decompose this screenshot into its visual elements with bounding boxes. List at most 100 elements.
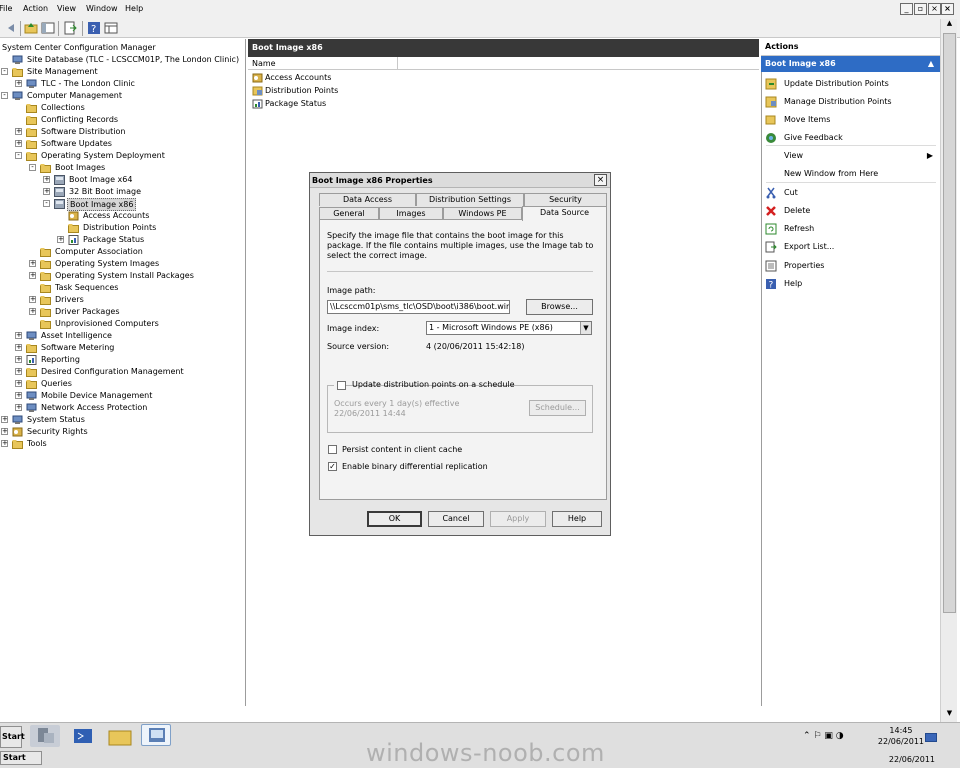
image-path-field[interactable]: \\Lcsccm01p\sms_tlc\OSD\boot\i386\boot.w… (327, 300, 510, 314)
close-icon[interactable]: × (928, 3, 941, 15)
tree-item[interactable]: Access Accounts (0, 210, 245, 222)
tree-item[interactable]: Task Sequences (0, 282, 245, 294)
tree-item[interactable]: Site Database (TLC - LCSCCM01P, The Lond… (0, 54, 245, 66)
expand-icon[interactable]: + (15, 380, 22, 387)
expand-icon[interactable]: + (15, 368, 22, 375)
expand-icon[interactable]: + (1, 416, 8, 423)
collapse-icon[interactable]: - (43, 200, 50, 207)
back-icon[interactable] (4, 21, 18, 35)
help-button[interactable]: Help (552, 511, 602, 527)
action-item[interactable]: View ▶ (765, 149, 935, 163)
tree-item[interactable]: - Boot Image x86 (0, 198, 245, 211)
persist-checkbox[interactable] (328, 445, 337, 454)
tree-item[interactable]: Collections (0, 102, 245, 114)
expand-icon[interactable]: + (15, 140, 22, 147)
expand-icon[interactable]: + (29, 272, 36, 279)
clock[interactable]: 14:45 22/06/2011 (878, 725, 924, 747)
action-item[interactable]: Properties (765, 259, 935, 273)
scroll-thumb[interactable] (943, 33, 956, 613)
minimize-icon[interactable]: _ (900, 3, 913, 15)
tree-item[interactable]: + Reporting (0, 354, 245, 366)
powershell-icon[interactable] (68, 725, 98, 747)
action-item[interactable]: Update Distribution Points (765, 77, 935, 91)
start-button-2[interactable]: Start (0, 751, 42, 765)
menu-action[interactable]: Action (23, 4, 48, 13)
tree-item[interactable]: + Queries (0, 378, 245, 390)
expand-icon[interactable]: + (15, 344, 22, 351)
tab-data-access[interactable]: Data Access (319, 193, 416, 206)
tree-item[interactable]: + Tools (0, 438, 245, 450)
action-item[interactable]: Manage Distribution Points (765, 95, 935, 109)
show-hide-tree-icon[interactable] (41, 21, 55, 35)
menu-window[interactable]: Window (86, 4, 118, 13)
tree-item[interactable]: + Software Distribution (0, 126, 245, 138)
server-manager-icon[interactable] (30, 725, 60, 747)
scroll-up-icon[interactable]: ▲ (943, 19, 956, 31)
export-list-icon[interactable] (63, 21, 77, 35)
help-icon[interactable]: ? (87, 21, 101, 35)
window-close-icon[interactable]: × (941, 3, 954, 15)
tree-item[interactable]: + Asset Intelligence (0, 330, 245, 342)
vertical-scrollbar[interactable]: ▲ ▼ (940, 19, 957, 722)
binary-diff-checkbox[interactable]: ✓ (328, 462, 337, 471)
schedule-button[interactable]: Schedule... (529, 400, 586, 416)
expand-icon[interactable]: + (15, 356, 22, 363)
column-name[interactable]: Name (248, 57, 398, 70)
tree-item[interactable]: +32 Bit Boot image (0, 186, 245, 198)
start-button[interactable]: Start (0, 726, 25, 748)
tree-item[interactable]: + Desired Configuration Management (0, 366, 245, 378)
tree-item[interactable]: + Boot Image x64 (0, 174, 245, 186)
tree-item[interactable]: + Software Updates (0, 138, 245, 150)
schedule-checkbox-row[interactable]: Update distribution points on a schedule (334, 380, 515, 392)
menu-help[interactable]: Help (125, 4, 143, 13)
browse-button[interactable]: Browse... (526, 299, 593, 315)
restore-icon[interactable]: ▫ (914, 3, 927, 15)
actions-subheader[interactable]: Boot Image x86 ▲ (761, 56, 940, 72)
tree-item[interactable]: Computer Association (0, 246, 245, 258)
configmgr-console-icon[interactable] (141, 724, 171, 746)
expand-icon[interactable]: + (15, 404, 22, 411)
scroll-down-icon[interactable]: ▼ (943, 709, 956, 721)
tray-icons[interactable]: ⌃ ⚐ ▣ ◑ (803, 731, 863, 745)
show-desktop-icon[interactable] (925, 733, 937, 742)
tree-item[interactable]: + Operating System Images (0, 258, 245, 270)
action-item[interactable]: ? Help (765, 277, 935, 291)
properties-grid-icon[interactable] (104, 21, 118, 35)
expand-icon[interactable]: + (1, 428, 8, 435)
ok-button[interactable]: OK (367, 511, 422, 527)
expand-icon[interactable]: + (43, 188, 50, 195)
tab-distribution-settings[interactable]: Distribution Settings (416, 193, 524, 206)
schedule-checkbox[interactable] (337, 381, 346, 390)
collapse-icon[interactable]: - (1, 92, 8, 99)
action-item[interactable]: Export List... (765, 240, 935, 254)
tree-item[interactable]: + Drivers (0, 294, 245, 306)
tree-item[interactable]: - Site Management (0, 66, 245, 78)
expand-icon[interactable]: + (29, 308, 36, 315)
action-item[interactable]: New Window from Here (765, 167, 935, 181)
tab-security[interactable]: Security (524, 193, 607, 206)
tab-data-source[interactable]: Data Source (522, 206, 607, 221)
tree-item[interactable]: Distribution Points (0, 222, 245, 234)
tree-item[interactable]: + Network Access Protection (0, 402, 245, 414)
up-folder-icon[interactable] (24, 21, 38, 35)
expand-icon[interactable]: + (1, 440, 8, 447)
tree-item[interactable]: + Driver Packages (0, 306, 245, 318)
expand-icon[interactable]: + (29, 260, 36, 267)
collapse-icon[interactable]: ▲ (928, 56, 934, 72)
tree-item[interactable]: + Mobile Device Management (0, 390, 245, 402)
tree-item[interactable]: + Operating System Install Packages (0, 270, 245, 282)
explorer-icon[interactable] (105, 725, 135, 747)
collapse-icon[interactable]: - (15, 152, 22, 159)
expand-icon[interactable]: + (57, 236, 64, 243)
expand-icon[interactable]: + (15, 80, 22, 87)
dialog-close-icon[interactable]: × (594, 174, 607, 186)
action-item[interactable]: Cut (765, 186, 935, 200)
chevron-down-icon[interactable]: ▼ (580, 322, 591, 334)
tree-item[interactable]: System Center Configuration Manager (0, 42, 245, 54)
menu-view[interactable]: View (57, 4, 76, 13)
collapse-icon[interactable]: - (29, 164, 36, 171)
action-item[interactable]: Refresh (765, 222, 935, 236)
expand-icon[interactable]: + (29, 296, 36, 303)
tree-item[interactable]: Conflicting Records (0, 114, 245, 126)
tree-item[interactable]: + TLC - The London Clinic (0, 78, 245, 90)
